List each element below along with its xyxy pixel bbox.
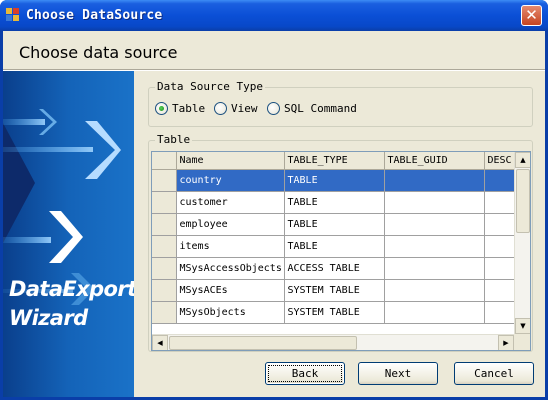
radio-table[interactable]: Table bbox=[155, 102, 205, 115]
scroll-up-button[interactable]: ▲ bbox=[515, 152, 530, 168]
row-header[interactable] bbox=[152, 235, 177, 258]
triangle-up-icon: ▲ bbox=[520, 156, 526, 164]
next-button[interactable]: Next bbox=[358, 362, 438, 385]
data-grid[interactable]: Name TABLE_TYPE TABLE_GUID DESC country … bbox=[151, 151, 531, 351]
cell-table-type[interactable]: TABLE bbox=[284, 191, 385, 214]
radio-view-label: View bbox=[231, 102, 258, 115]
row-header[interactable] bbox=[152, 213, 177, 236]
table-row[interactable]: employee TABLE bbox=[152, 213, 514, 236]
cell-desc[interactable] bbox=[484, 301, 514, 324]
cell-table-guid[interactable] bbox=[384, 169, 485, 192]
table-row[interactable]: items TABLE bbox=[152, 235, 514, 258]
table-row[interactable]: MSysACEs SYSTEM TABLE bbox=[152, 279, 514, 302]
radio-view[interactable]: View bbox=[214, 102, 258, 115]
vertical-scrollbar[interactable]: ▲ ▼ bbox=[514, 152, 530, 334]
arrows-graphic bbox=[3, 109, 121, 305]
row-header[interactable] bbox=[152, 257, 177, 280]
cell-table-guid[interactable] bbox=[384, 301, 485, 324]
cell-table-guid[interactable] bbox=[384, 257, 485, 280]
scroll-left-button[interactable]: ◀ bbox=[152, 335, 168, 350]
cell-name[interactable]: MSysAccessObjects bbox=[176, 257, 285, 280]
cell-table-type[interactable]: ACCESS TABLE bbox=[284, 257, 385, 280]
row-header[interactable] bbox=[152, 301, 177, 324]
cell-table-guid[interactable] bbox=[384, 213, 485, 236]
row-header[interactable] bbox=[152, 169, 177, 192]
table-row[interactable]: MSysAccessObjects ACCESS TABLE bbox=[152, 257, 514, 280]
table-row[interactable]: customer TABLE bbox=[152, 191, 514, 214]
cell-name[interactable]: MSysACEs bbox=[176, 279, 285, 302]
table-row[interactable]: country TABLE bbox=[152, 169, 514, 192]
table-group-legend: Table bbox=[155, 133, 193, 146]
table-group: Table Name TABLE_TYPE TABLE_GUID DESC co… bbox=[148, 133, 533, 352]
radio-table-label: Table bbox=[172, 102, 206, 115]
cell-table-type[interactable]: TABLE bbox=[284, 235, 385, 258]
column-header-table-guid[interactable]: TABLE_GUID bbox=[384, 152, 485, 170]
close-button[interactable]: ✕ bbox=[521, 5, 542, 26]
page-title: Choose data source bbox=[19, 43, 178, 62]
cell-name[interactable]: items bbox=[176, 235, 285, 258]
radio-sql-command-label: SQL Command bbox=[284, 102, 357, 115]
app-icon bbox=[6, 8, 20, 22]
cell-name[interactable]: country bbox=[176, 169, 285, 192]
cell-desc[interactable] bbox=[484, 191, 514, 214]
cell-desc[interactable] bbox=[484, 279, 514, 302]
cell-table-guid[interactable] bbox=[384, 279, 485, 302]
triangle-left-icon: ◀ bbox=[157, 339, 163, 347]
row-header-corner bbox=[152, 152, 177, 170]
triangle-down-icon: ▼ bbox=[520, 322, 526, 330]
column-header-desc[interactable]: DESC bbox=[484, 152, 514, 170]
title-bar[interactable]: Choose DataSource ✕ bbox=[0, 0, 548, 31]
radio-sql-command[interactable]: SQL Command bbox=[267, 102, 357, 115]
radio-view-indicator[interactable] bbox=[214, 102, 227, 115]
scroll-right-button[interactable]: ▶ bbox=[498, 335, 514, 350]
banner-line-2: Wizard bbox=[9, 306, 88, 330]
datasource-type-legend: Data Source Type bbox=[155, 80, 265, 93]
radio-sql-command-indicator[interactable] bbox=[267, 102, 280, 115]
window-title: Choose DataSource bbox=[26, 8, 163, 23]
cell-desc[interactable] bbox=[484, 235, 514, 258]
cell-desc[interactable] bbox=[484, 257, 514, 280]
column-header-name[interactable]: Name bbox=[176, 152, 285, 170]
wizard-banner: DataExport Wizard bbox=[3, 71, 134, 397]
tables-table: Name TABLE_TYPE TABLE_GUID DESC country … bbox=[152, 152, 514, 324]
scrollbar-corner bbox=[514, 334, 530, 350]
cell-table-type[interactable]: SYSTEM TABLE bbox=[284, 301, 385, 324]
horizontal-scrollbar[interactable]: ◀ ▶ bbox=[152, 334, 514, 350]
dialog-client-area: Choose data source DataExport Wizard Dat… bbox=[3, 31, 545, 397]
cell-table-guid[interactable] bbox=[384, 191, 485, 214]
cell-table-guid[interactable] bbox=[384, 235, 485, 258]
cell-desc[interactable] bbox=[484, 213, 514, 236]
cell-name[interactable]: employee bbox=[176, 213, 285, 236]
close-icon: ✕ bbox=[525, 6, 538, 24]
dialog-header: Choose data source bbox=[3, 31, 545, 69]
cell-table-type[interactable]: SYSTEM TABLE bbox=[284, 279, 385, 302]
banner-line-1: DataExport bbox=[9, 277, 134, 301]
table-row[interactable]: MSysObjects SYSTEM TABLE bbox=[152, 301, 514, 324]
cancel-button[interactable]: Cancel bbox=[454, 362, 534, 385]
grid-viewport: Name TABLE_TYPE TABLE_GUID DESC country … bbox=[152, 152, 514, 334]
horizontal-scroll-thumb[interactable] bbox=[169, 336, 357, 350]
datasource-type-group: Data Source Type Table View SQL Command bbox=[148, 80, 533, 127]
cell-name[interactable]: MSysObjects bbox=[176, 301, 285, 324]
triangle-right-icon: ▶ bbox=[503, 339, 509, 347]
vertical-scroll-thumb[interactable] bbox=[516, 169, 530, 233]
banner-title: DataExport Wizard bbox=[9, 275, 134, 333]
window-frame: Choose DataSource ✕ Choose data source D… bbox=[0, 0, 548, 400]
row-header[interactable] bbox=[152, 279, 177, 302]
cell-table-type[interactable]: TABLE bbox=[284, 169, 385, 192]
cell-table-type[interactable]: TABLE bbox=[284, 213, 385, 236]
cell-desc[interactable] bbox=[484, 169, 514, 192]
scroll-down-button[interactable]: ▼ bbox=[515, 318, 530, 334]
back-button[interactable]: Back bbox=[265, 362, 345, 385]
radio-table-indicator[interactable] bbox=[155, 102, 168, 115]
column-header-table-type[interactable]: TABLE_TYPE bbox=[284, 152, 385, 170]
table-header-row: Name TABLE_TYPE TABLE_GUID DESC bbox=[152, 152, 514, 170]
row-header[interactable] bbox=[152, 191, 177, 214]
cell-name[interactable]: customer bbox=[176, 191, 285, 214]
